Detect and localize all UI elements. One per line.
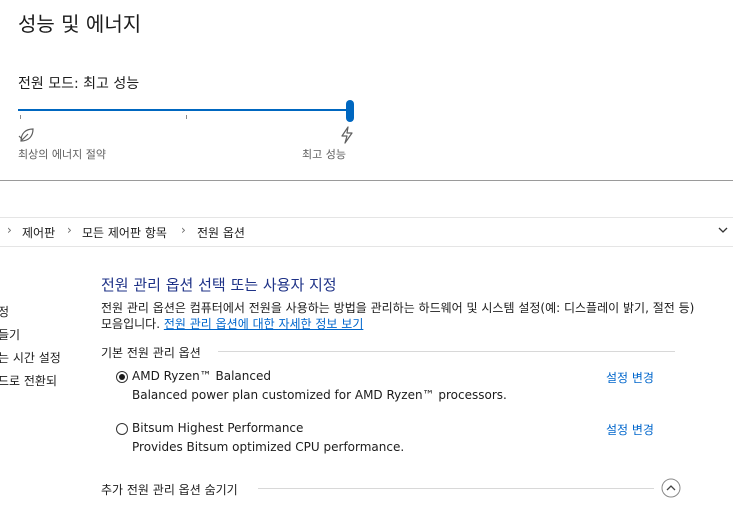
chevron-down-icon[interactable]	[717, 223, 729, 237]
breadcrumb-separator: ›	[7, 223, 12, 237]
more-info-link[interactable]: 전원 관리 옵션에 대한 자세한 정보 보기	[164, 317, 364, 331]
best-efficiency-label: 최상의 에너지 절약	[18, 148, 106, 161]
leaf-icon	[18, 128, 34, 142]
address-bar[interactable]: › 제어판 › 모든 제어판 항목 › 전원 옵션	[0, 217, 733, 247]
plan-radio-bitsum[interactable]	[116, 423, 128, 435]
section-description: 전원 관리 옵션은 컴퓨터에서 전원을 사용하는 방법을 관리하는 하드웨어 및…	[101, 300, 701, 332]
slider-thumb[interactable]	[346, 100, 354, 122]
hide-additional-plans-label[interactable]: 추가 전원 관리 옵션 숨기기	[101, 481, 238, 498]
slider-tick	[186, 115, 187, 119]
best-performance-label: 최고 성능	[302, 148, 346, 161]
sidebar-item[interactable]: 들기	[0, 326, 20, 343]
section-heading: 전원 관리 옵션 선택 또는 사용자 지정	[101, 276, 337, 294]
breadcrumb-control-panel[interactable]: 제어판	[22, 224, 55, 241]
change-settings-link[interactable]: 설정 변경	[606, 421, 654, 438]
power-mode-label: 전원 모드: 최고 성능	[18, 76, 140, 92]
power-mode-slider[interactable]	[18, 98, 358, 124]
lightning-icon	[341, 126, 353, 144]
breadcrumb-separator: ›	[67, 223, 72, 237]
change-settings-link[interactable]: 설정 변경	[606, 369, 654, 386]
breadcrumb-separator: ›	[181, 223, 186, 237]
page-title: 성능 및 에너지	[18, 12, 142, 36]
slider-tick	[20, 115, 21, 119]
plan-name[interactable]: Bitsum Highest Performance	[132, 421, 303, 435]
breadcrumb-all-items[interactable]: 모든 제어판 항목	[82, 224, 167, 241]
chevron-up-icon[interactable]	[661, 478, 681, 498]
sidebar-item[interactable]: 는 시간 설정	[0, 349, 61, 366]
group-label: 기본 전원 관리 옵션	[101, 346, 201, 360]
breadcrumb-power-options[interactable]: 전원 옵션	[197, 224, 245, 241]
slider-track[interactable]	[18, 109, 350, 111]
sidebar-item[interactable]: 정	[0, 303, 9, 320]
plan-description: Provides Bitsum optimized CPU performanc…	[132, 440, 405, 454]
settings-panel: 성능 및 에너지 전원 모드: 최고 성능 최상의 에너지 절약 최고 성능	[0, 0, 733, 181]
additional-plans-divider	[258, 488, 654, 489]
plan-radio-amd-balanced[interactable]	[116, 371, 128, 383]
plan-description: Balanced power plan customized for AMD R…	[132, 388, 507, 402]
plan-name[interactable]: AMD Ryzen™ Balanced	[132, 369, 271, 383]
sidebar-item[interactable]: 드로 전환되	[0, 372, 57, 389]
group-divider	[218, 351, 675, 352]
